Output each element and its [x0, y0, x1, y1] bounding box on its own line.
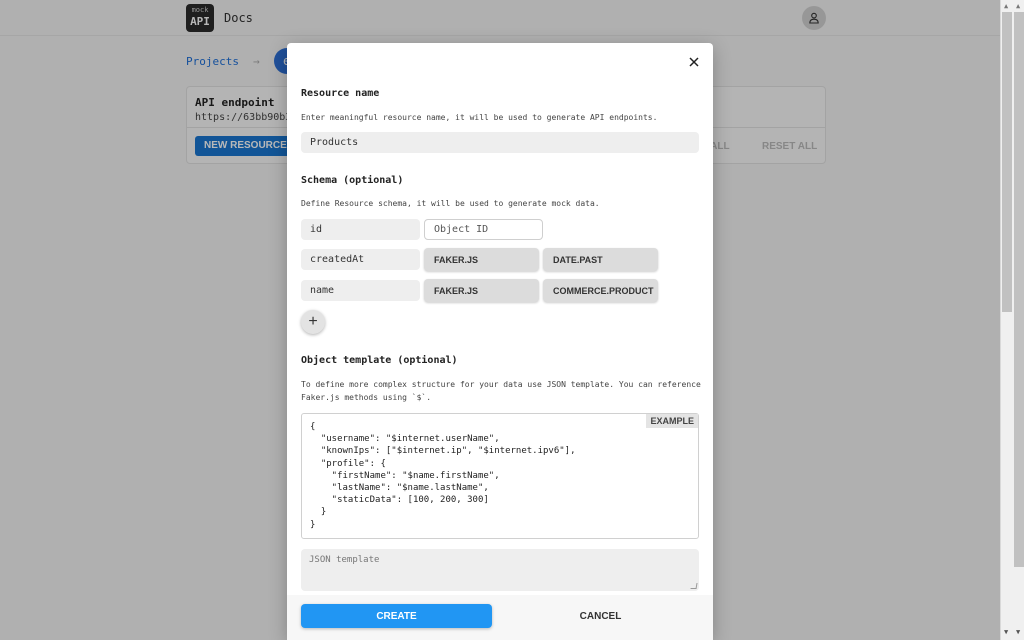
template-example-code: { "username": "$internet.userName", "kno… [310, 422, 576, 530]
schema-field-method: COMMERCE.PRODUCT [553, 285, 654, 296]
cancel-button[interactable]: CANCEL [505, 604, 696, 628]
schema-field-type: FAKER.JS [434, 285, 479, 296]
schema-field-method-select[interactable]: COMMERCE.PRODUCT [543, 279, 658, 302]
create-button[interactable]: CREATE [301, 604, 492, 628]
scroll-down-icon[interactable]: ▼ [1004, 628, 1008, 636]
schema-field-method-select[interactable]: DATE.PAST [543, 248, 658, 271]
schema-field-name: createdAt [310, 254, 365, 265]
resource-name-description: Enter meaningful resource name, it will … [301, 113, 658, 122]
close-button[interactable] [685, 53, 703, 71]
schema-heading: Schema (optional) [301, 175, 404, 186]
scroll-up-icon[interactable]: ▲ [1016, 2, 1020, 10]
resource-name-value: Products [310, 137, 359, 148]
scrollbar-thumb[interactable] [1002, 12, 1012, 312]
schema-field-name-input[interactable]: createdAt [301, 249, 420, 270]
dialog-actions: CREATE CANCEL [287, 595, 713, 640]
scrollbar-thumb[interactable] [1014, 12, 1024, 567]
schema-field-type-select[interactable]: Object ID [424, 219, 543, 240]
schema-field-name: id [310, 224, 323, 235]
new-resource-dialog: Resource name Enter meaningful resource … [287, 43, 713, 640]
schema-field-type: Object ID [434, 224, 489, 235]
schema-field-name-input[interactable]: id [301, 219, 420, 240]
add-field-button[interactable]: + [301, 310, 325, 334]
resize-handle-icon[interactable] [690, 583, 698, 589]
object-template-heading: Object template (optional) [301, 355, 458, 366]
scrollbar[interactable]: ▲ ▲ ▼ ▼ [1000, 0, 1024, 640]
schema-field-type-select[interactable]: FAKER.JS [424, 248, 539, 271]
object-template-description: To define more complex structure for you… [301, 380, 701, 402]
resource-name-input[interactable]: Products [301, 132, 699, 153]
schema-field-method: DATE.PAST [553, 254, 603, 265]
schema-field-name: name [310, 285, 335, 296]
scroll-up-icon[interactable]: ▲ [1004, 2, 1008, 10]
scroll-down-icon[interactable]: ▼ [1016, 628, 1020, 636]
json-template-textarea[interactable]: JSON template [301, 549, 699, 591]
example-tag: EXAMPLE [646, 414, 698, 428]
schema-field-type-select[interactable]: FAKER.JS [424, 279, 539, 302]
plus-icon: + [308, 313, 318, 330]
template-example: { "username": "$internet.userName", "kno… [301, 413, 699, 539]
resource-name-heading: Resource name [301, 88, 380, 99]
schema-field-type: FAKER.JS [434, 254, 479, 265]
schema-field-name-input[interactable]: name [301, 280, 420, 301]
schema-description: Define Resource schema, it will be used … [301, 199, 600, 208]
json-template-placeholder: JSON template [309, 555, 380, 565]
close-icon [689, 57, 699, 67]
